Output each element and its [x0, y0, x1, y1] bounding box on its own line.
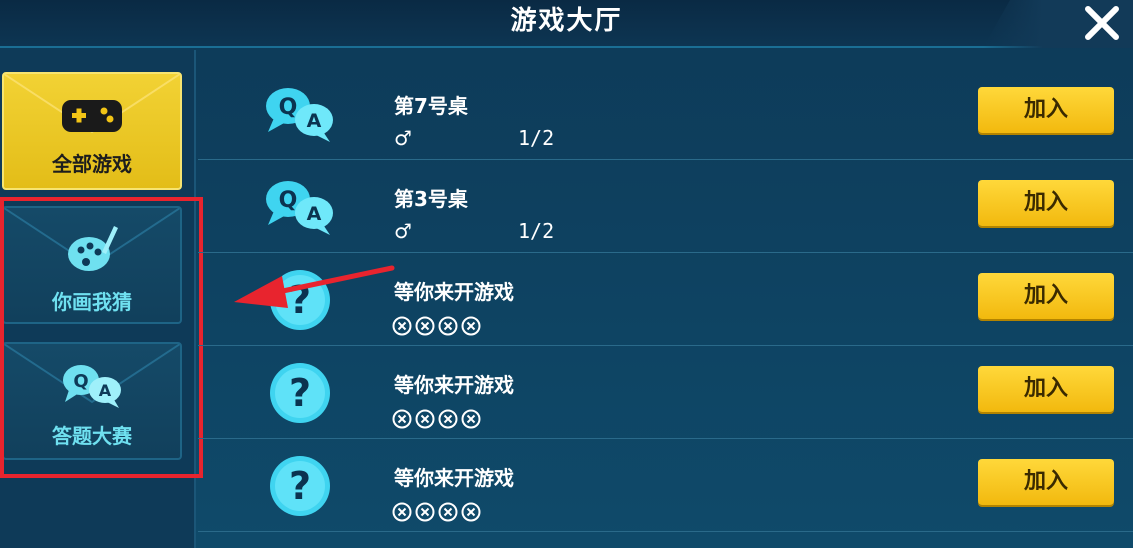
empty-seat-slots [392, 409, 484, 429]
question-icon: ? [260, 452, 340, 520]
page-title: 游戏大厅 [510, 6, 623, 36]
empty-seat-icon [438, 409, 458, 429]
empty-seat-icon [461, 502, 481, 522]
paint-palette-icon [64, 222, 120, 280]
table-name: 等你来开游戏 [394, 373, 514, 397]
svg-text:A: A [99, 381, 112, 400]
svg-text:A: A [307, 203, 322, 225]
qa-bubble-icon: Q A [260, 173, 340, 241]
male-icon: ♂ [394, 219, 412, 243]
svg-text:Q: Q [279, 95, 298, 120]
empty-seat-icon [415, 502, 435, 522]
table-name: 等你来开游戏 [394, 466, 514, 490]
table-row: Q A 第7号桌 ♂ 1/2 加入 [198, 68, 1133, 160]
close-icon[interactable] [1081, 2, 1123, 44]
svg-text:?: ? [289, 278, 311, 322]
svg-text:A: A [307, 110, 322, 132]
empty-seat-icon [438, 502, 458, 522]
svg-text:Q: Q [279, 188, 298, 213]
header-bar: 游戏大厅 [0, 0, 1133, 48]
table-row: ? 等你来开游戏 加入 [198, 440, 1133, 532]
svg-text:?: ? [289, 464, 311, 508]
qa-bubble-icon: Q A [59, 360, 125, 414]
sidebar-item-label: 答题大赛 [52, 424, 132, 448]
svg-text:Q: Q [73, 371, 88, 392]
join-button[interactable]: 加入 [978, 273, 1114, 319]
empty-seat-icon [461, 316, 481, 336]
question-icon: ? [260, 266, 340, 334]
empty-seat-icon [392, 316, 412, 336]
table-name: 第7号桌 [394, 94, 468, 118]
empty-seat-icon [392, 409, 412, 429]
empty-seat-slots [392, 502, 484, 522]
table-row: ? 等你来开游戏 加入 [198, 254, 1133, 346]
question-icon: ? [260, 359, 340, 427]
join-button[interactable]: 加入 [978, 87, 1114, 133]
game-lobby-screen: 游戏大厅 全部游戏 你画我猜 Q A 答题大赛 Q A 第7号桌 ♂ 1/2 加… [0, 0, 1133, 548]
player-count: 1/2 [518, 126, 555, 150]
gamepad-icon [60, 98, 124, 138]
empty-seat-slots [392, 316, 484, 336]
sidebar-item-quiz[interactable]: Q A 答题大赛 [2, 342, 182, 460]
empty-seat-icon [438, 316, 458, 336]
empty-seat-icon [392, 502, 412, 522]
sidebar-item-draw-guess[interactable]: 你画我猜 [2, 206, 182, 324]
table-name: 等你来开游戏 [394, 280, 514, 304]
join-button[interactable]: 加入 [978, 180, 1114, 226]
table-name: 第3号桌 [394, 187, 468, 211]
empty-seat-icon [461, 409, 481, 429]
join-button[interactable]: 加入 [978, 366, 1114, 412]
svg-text:?: ? [289, 371, 311, 415]
sidebar-item-label: 你画我猜 [52, 290, 132, 314]
table-row: ? 等你来开游戏 加入 [198, 347, 1133, 439]
table-row: Q A 第3号桌 ♂ 1/2 加入 [198, 161, 1133, 253]
sidebar-item-label: 全部游戏 [52, 152, 132, 176]
male-icon: ♂ [394, 126, 412, 150]
qa-bubble-icon: Q A [260, 80, 340, 148]
empty-seat-icon [415, 409, 435, 429]
sidebar-item-all-games[interactable]: 全部游戏 [2, 72, 182, 190]
sidebar: 全部游戏 你画我猜 Q A 答题大赛 [0, 50, 196, 548]
player-count: 1/2 [518, 219, 555, 243]
empty-seat-icon [415, 316, 435, 336]
join-button[interactable]: 加入 [978, 459, 1114, 505]
